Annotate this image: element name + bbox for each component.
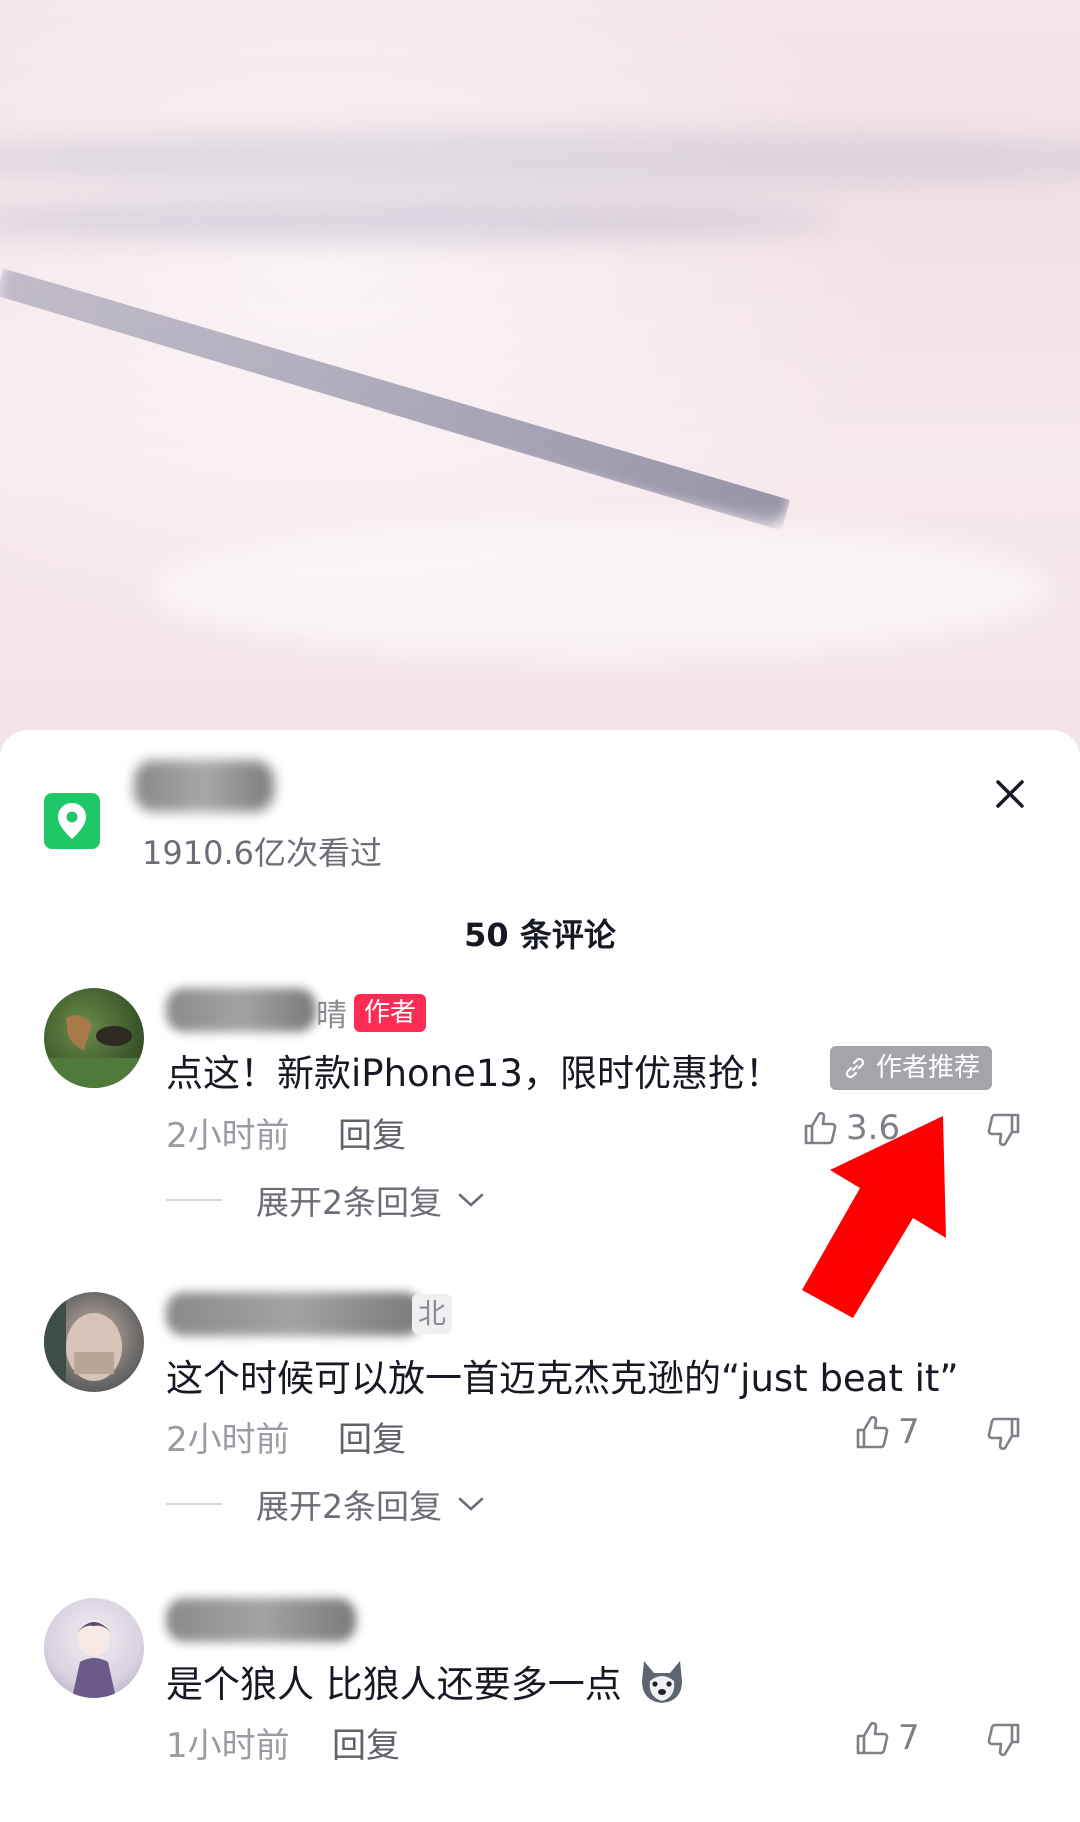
comment-time: 1小时前: [166, 1726, 290, 1766]
mountain-ridge: [0, 241, 802, 531]
video-frame[interactable]: [0, 0, 1080, 760]
author-tag: 作者: [354, 994, 427, 1032]
location-views: 1910.6亿次看过: [142, 834, 382, 872]
red-arrow-annotation: [802, 1116, 946, 1318]
comment-text-content: 是个狼人 比狼人还要多一点: [166, 1663, 622, 1706]
comment-count-title: 50 条评论: [464, 916, 616, 954]
author-recommend-tag: 作者推荐: [830, 1046, 993, 1090]
cloud-band: [150, 520, 1050, 660]
username-redacted[interactable]: [166, 1598, 356, 1642]
close-button[interactable]: [986, 770, 1034, 818]
comment-text[interactable]: 是个狼人 比狼人还要多一点: [166, 1654, 688, 1708]
expand-label: 展开2条回复: [256, 1487, 442, 1526]
close-icon: [996, 780, 1024, 808]
thumbs-up-icon: [856, 1721, 889, 1755]
avatar[interactable]: [44, 1598, 144, 1698]
thumbs-down-icon: [987, 1113, 1020, 1147]
chevron-down-icon: [458, 1193, 484, 1207]
like-button[interactable]: 7: [852, 1718, 920, 1758]
comment-text[interactable]: 这个时候可以放一首迈克杰克逊的“just beat it”: [166, 1348, 959, 1402]
dislike-button[interactable]: [984, 1720, 1024, 1764]
dislike-button[interactable]: [984, 1414, 1024, 1458]
location-tag: 北: [412, 1294, 453, 1334]
divider-line: [166, 1199, 222, 1201]
avatar[interactable]: [44, 988, 144, 1088]
comment-time: 2小时前: [166, 1116, 290, 1156]
husky-emoji-icon: [641, 1661, 682, 1703]
username-redacted[interactable]: [166, 988, 316, 1032]
thumbs-down-icon: [987, 1723, 1020, 1757]
reply-button[interactable]: 回复: [338, 1412, 406, 1461]
thumbs-up-icon: [856, 1415, 889, 1449]
expand-label: 展开2条回复: [256, 1183, 442, 1222]
location-name-redacted[interactable]: [134, 760, 274, 812]
link-icon: [845, 1057, 865, 1079]
like-count: 7: [898, 1412, 920, 1452]
username-redacted[interactable]: [166, 1292, 422, 1336]
avatar[interactable]: [44, 1292, 144, 1392]
location-pin-icon[interactable]: [44, 793, 100, 849]
recommend-label: 作者推荐: [876, 1053, 981, 1083]
dislike-button[interactable]: [984, 1110, 1024, 1154]
thumbs-down-icon: [987, 1417, 1020, 1451]
divider-line: [166, 1503, 222, 1505]
comment-text[interactable]: 点这！新款iPhone13，限时优惠抢！: [166, 1043, 782, 1097]
like-button[interactable]: 7: [852, 1412, 920, 1452]
expand-replies-button[interactable]: 展开2条回复: [166, 1480, 486, 1528]
comment-time: 2小时前: [166, 1420, 290, 1460]
reply-button[interactable]: 回复: [332, 1718, 400, 1767]
reply-button[interactable]: 回复: [338, 1108, 406, 1157]
username-suffix[interactable]: 晴: [316, 990, 347, 1035]
cloud-band: [0, 200, 840, 240]
expand-replies-button[interactable]: 展开2条回复: [166, 1176, 486, 1224]
chevron-down-icon: [458, 1497, 484, 1511]
like-count: 7: [898, 1718, 920, 1758]
cloud-band: [0, 130, 1080, 190]
